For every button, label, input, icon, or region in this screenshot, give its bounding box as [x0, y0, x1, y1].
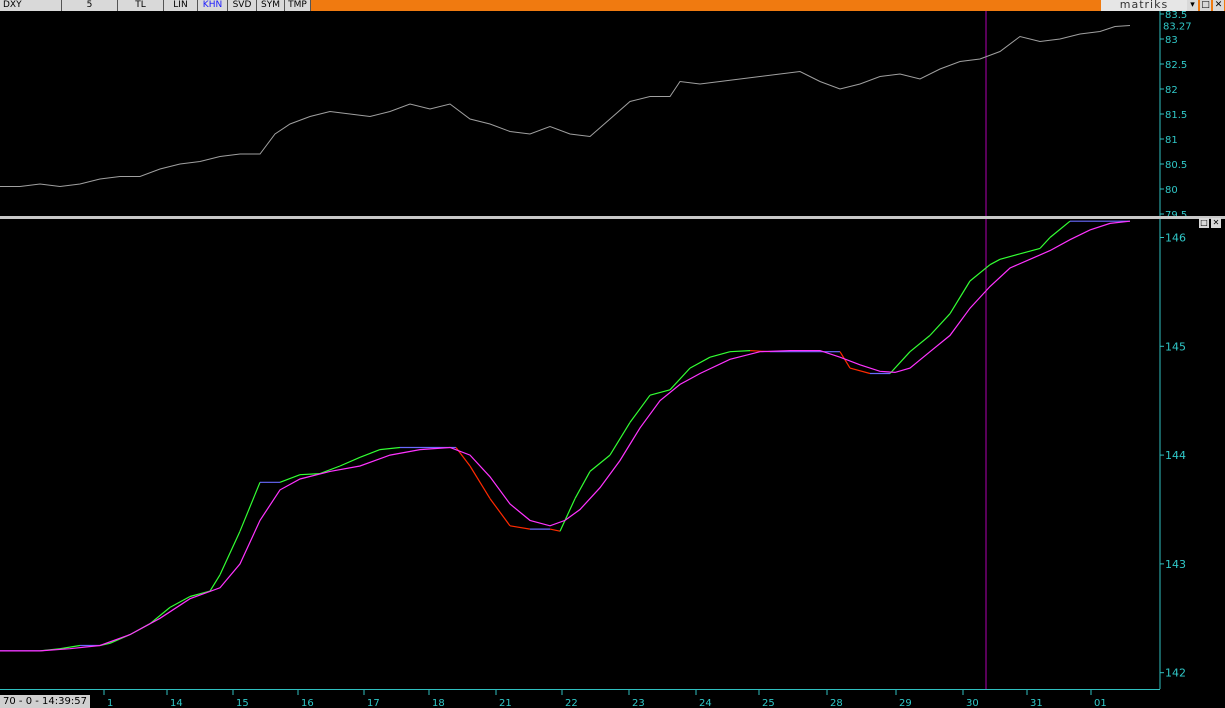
last-value-label: 83.27 [1163, 22, 1192, 33]
time-tick-label: 15 [236, 698, 249, 708]
indicator-tick-label: 142 [1165, 667, 1186, 680]
step-segment [989, 258, 1001, 266]
price-tick-label: 80 [1165, 185, 1178, 196]
svd-button[interactable]: SVD [228, 0, 257, 11]
khn-button[interactable]: KHN [198, 0, 228, 11]
price-tick-label: 83.5 [1165, 11, 1187, 21]
time-tick-label: 17 [367, 698, 380, 708]
indicator-tick-label: 143 [1165, 558, 1186, 571]
symbol-field[interactable]: DXY [0, 0, 62, 11]
indicator-tick-label: 145 [1165, 340, 1186, 353]
time-tick-label: 28 [830, 698, 843, 708]
time-tick-label: 25 [762, 698, 775, 708]
step-segment [1049, 220, 1071, 238]
price-tick-label: 82 [1165, 85, 1178, 96]
price-tick-label: 80.5 [1165, 160, 1187, 171]
brand-logo: matriks [1101, 0, 1187, 11]
step-segment [729, 350, 751, 353]
step-segment [339, 456, 361, 467]
price-tick-label: 81 [1165, 135, 1178, 146]
price-series-line [0, 25, 1131, 188]
time-tick-label: 01 [1094, 698, 1107, 708]
time-axis: 1 14 15 16 17 18 21 22 23 24 25 28 29 30 31 01 [0, 689, 1160, 708]
step-segment [359, 449, 381, 458]
step-segment [709, 351, 731, 358]
step-segment [469, 465, 491, 499]
time-tick-label: 29 [899, 698, 912, 708]
dropdown-icon[interactable]: ▾ [1187, 0, 1198, 11]
lin-button[interactable]: LIN [164, 0, 198, 11]
time-tick-label: 24 [699, 698, 712, 708]
time-tick-label: 23 [632, 698, 645, 708]
price-tick-label: 83 [1165, 35, 1178, 46]
step-segment [379, 446, 401, 451]
step-segment [589, 454, 611, 472]
step-segment [1039, 237, 1051, 249]
indicator-tick-label: 144 [1165, 449, 1186, 462]
period-field[interactable]: 5 [62, 0, 118, 11]
price-tick-label: 81.5 [1165, 110, 1187, 121]
step-segment [999, 253, 1021, 260]
time-tick-label: 16 [301, 698, 314, 708]
tmp-button[interactable]: TMP [285, 0, 311, 11]
time-tick-label: 21 [499, 698, 512, 708]
indicator-axis-ticks: 146 145 144 143 142 [1160, 231, 1186, 680]
price-axis-ticks: 83.58382.58281.58180.58079.5 [1160, 11, 1187, 216]
step-segment [149, 606, 171, 625]
time-tick-label: 31 [1030, 698, 1043, 708]
step-segment [669, 367, 691, 391]
indicator-panel[interactable]: 146 145 144 143 142 [0, 219, 1225, 689]
time-tick-label: 22 [565, 698, 578, 708]
signal-series-line [0, 220, 1131, 652]
step-segment [949, 280, 971, 315]
time-tick-label: 18 [432, 698, 445, 708]
tl-button[interactable]: TL [118, 0, 164, 11]
restore-window-icon[interactable]: □ [1200, 0, 1211, 11]
step-segment [489, 498, 511, 527]
price-panel[interactable]: 83.58382.58281.58180.58079.5 83.27 [0, 11, 1225, 216]
step-segment [509, 525, 531, 530]
step-segment [929, 313, 951, 336]
step-segment [849, 367, 871, 375]
time-tick-label: 14 [170, 698, 183, 708]
close-window-icon[interactable]: ✕ [1213, 0, 1224, 11]
time-tick-label: 30 [966, 698, 979, 708]
time-axis-ticks: 1 14 15 16 17 18 21 22 23 24 25 28 29 30 31 01 [103, 689, 1107, 708]
step-segment [549, 528, 561, 532]
chart-toolbar: DXY 5 TL LIN KHN SVD SYM TMP matriks ▾ □… [0, 0, 1225, 11]
time-tick-label: 1 [107, 698, 113, 708]
step-segment [239, 482, 261, 532]
step-segment [909, 334, 931, 353]
indicator-step-line [0, 220, 1130, 652]
status-clock: 70 - 0 - 14:39:57 [0, 695, 90, 708]
price-tick-label: 82.5 [1165, 60, 1187, 71]
step-segment [574, 471, 591, 499]
step-segment [689, 356, 711, 369]
indicator-tick-label: 146 [1165, 231, 1186, 244]
step-segment [889, 351, 911, 374]
step-segment [969, 264, 991, 282]
step-segment [1019, 247, 1041, 255]
sym-button[interactable]: SYM [257, 0, 285, 11]
